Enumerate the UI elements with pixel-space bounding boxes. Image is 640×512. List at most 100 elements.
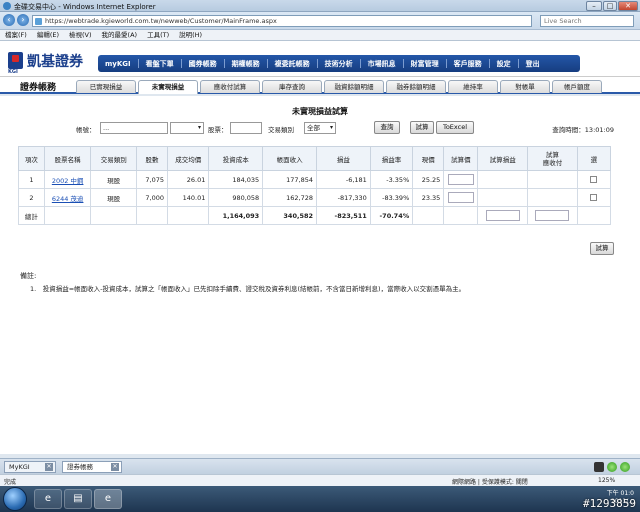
status-zone: 網際網路 | 受保護模式: 關閉	[452, 479, 528, 486]
cell-total-income: 340,582	[262, 206, 318, 225]
cell-total-calc-pl	[477, 206, 529, 225]
bottom-tab-securities[interactable]: 證券帳務 ✕	[62, 461, 122, 473]
search-input[interactable]: Live Search	[540, 15, 634, 27]
nav-settings[interactable]: 設定	[490, 59, 518, 69]
account-input[interactable]: ...	[100, 122, 168, 134]
page-icon	[35, 18, 42, 25]
total-calc-pl-output	[485, 210, 520, 221]
tab-receivable-calc[interactable]: 應收付試算	[200, 80, 260, 93]
nav-market-news[interactable]: 市場訊息	[361, 59, 403, 69]
unrealized-pl-table: 項次 股票名稱 交易類別 股數 成交均價 投資成本 帳面收入 損益 損益率 現價…	[18, 146, 612, 225]
menu-favorites[interactable]: 我的最愛(A)	[97, 30, 143, 41]
kgi-logo[interactable]: 凱基證券 KGI	[4, 49, 94, 75]
green-status-icon[interactable]	[620, 462, 630, 472]
cell-total-pl: -823,511	[316, 206, 371, 225]
windows-taskbar: e ▤ e 下午 01:0 2011/... #1293859	[0, 486, 640, 512]
subtabs-bar: 證券帳務 已實現損益 未實現損益 應收付試算 庫存查詢 融資餘額明細 融券餘額明…	[0, 77, 640, 94]
nav-mykgi[interactable]: myKGI	[98, 60, 138, 68]
table-row: 1 2002 中鋼 現股 7,075 26.01 184,035 177,854…	[18, 170, 612, 189]
menu-bar: 檔案(F) 編輯(E) 檢視(V) 我的最愛(A) 工具(T) 說明(H)	[0, 30, 640, 41]
menu-tools[interactable]: 工具(T)	[142, 30, 174, 41]
window-titlebar: 金碟交易中心 - Windows Internet Explorer – □ ✕	[0, 0, 640, 12]
row-checkbox[interactable]	[590, 176, 598, 183]
nav-technical[interactable]: 技術分析	[318, 59, 360, 69]
cell-pl-rate: -83.39%	[369, 188, 414, 207]
tab-realized-pl[interactable]: 已實現損益	[76, 80, 136, 93]
cell-calc-price	[443, 188, 479, 207]
nav-futures[interactable]: 期權帳務	[225, 59, 267, 69]
nav-quote-order[interactable]: 看盤下單	[139, 59, 181, 69]
calc-price-input[interactable]	[447, 174, 474, 185]
bottom-tab-mykgi[interactable]: MyKGI ✕	[4, 461, 56, 473]
maximize-button[interactable]: □	[603, 1, 617, 11]
tab-maintenance-rate[interactable]: 維持率	[448, 80, 498, 93]
nav-sub-brokerage[interactable]: 複委託帳務	[268, 59, 317, 69]
stock-input[interactable]	[230, 122, 262, 134]
to-excel-button[interactable]: ToExcel	[436, 121, 474, 134]
bottom-tab-label: MyKGI	[9, 463, 30, 471]
nav-logout[interactable]: 登出	[519, 59, 547, 69]
cell-empty	[90, 206, 137, 225]
menu-view[interactable]: 檢視(V)	[64, 30, 97, 41]
account-select[interactable]	[170, 122, 204, 134]
menu-edit[interactable]: 編輯(E)	[32, 30, 64, 41]
total-calc-receivable-output	[535, 210, 570, 221]
tab-unrealized-pl[interactable]: 未實現損益	[138, 80, 198, 94]
tab-statement[interactable]: 對帳單	[500, 80, 550, 93]
trade-type-label: 交易類別	[268, 126, 294, 134]
explorer-taskbar-icon[interactable]: ▤	[64, 489, 92, 509]
col-header: 成交均價	[166, 146, 210, 171]
close-button[interactable]: ✕	[618, 1, 638, 11]
tab-account-limit[interactable]: 帳戶額度	[552, 80, 602, 93]
tab-margin-detail[interactable]: 融資餘額明細	[324, 80, 384, 93]
cell-idx: 1	[18, 170, 45, 189]
url-text: https://webtrade.kgieworld.com.tw/newweb…	[45, 17, 277, 25]
nav-wealth[interactable]: 財富管理	[404, 59, 446, 69]
content-area: 未實現損益試算 帳號： ... 股票： 交易類別 全部 查詢 試算 ToExce…	[0, 96, 640, 454]
ie-active-taskbar-icon[interactable]: e	[94, 489, 122, 509]
forward-icon[interactable]: ›	[17, 14, 29, 26]
start-button[interactable]	[3, 487, 27, 511]
url-field[interactable]: https://webtrade.kgieworld.com.tw/newweb…	[32, 15, 532, 27]
query-button[interactable]: 查詢	[374, 121, 400, 134]
menu-file[interactable]: 檔案(F)	[0, 30, 32, 41]
status-bar: 完成 網際網路 | 受保護模式: 關閉 125%	[0, 474, 640, 486]
col-header: 項次	[18, 146, 45, 171]
tab-short-detail[interactable]: 融券餘額明細	[386, 80, 446, 93]
col-header: 股票名稱	[43, 146, 92, 171]
monitor-icon[interactable]	[594, 462, 604, 472]
cell-select	[576, 188, 612, 207]
nav-securities[interactable]: 國券帳務	[182, 59, 224, 69]
cell-cost: 980,058	[208, 188, 264, 207]
brand-name: 凱基證券	[27, 54, 83, 70]
menu-help[interactable]: 說明(H)	[174, 30, 207, 41]
ie-taskbar-icon[interactable]: e	[34, 489, 62, 509]
col-header: 損益率	[369, 146, 414, 171]
tab-inventory[interactable]: 庫存查詢	[262, 80, 322, 93]
browser-bottom-tabs: MyKGI ✕ 證券帳務 ✕	[0, 458, 640, 474]
notes-title: 備註:	[20, 272, 37, 280]
minimize-button[interactable]: –	[586, 1, 602, 11]
calc-price-input[interactable]	[447, 192, 474, 203]
cell-shares: 7,000	[135, 188, 169, 207]
cell-total-cost: 1,164,093	[208, 206, 264, 225]
calc-button[interactable]: 試算	[410, 121, 434, 134]
query-time: 查詢時間：13:01:09	[552, 126, 614, 134]
row-checkbox[interactable]	[590, 194, 598, 201]
close-icon[interactable]: ✕	[45, 463, 53, 471]
notes-item: 1. 投資損益=帳面收入-投資成本，試算之「帳面收入」已先扣除手續費、證交稅及資…	[30, 285, 466, 293]
zoom-level[interactable]: 125%	[598, 477, 615, 484]
cell-total-rate: -70.74%	[369, 206, 414, 225]
cell-calc-receivable	[527, 188, 578, 207]
close-icon[interactable]: ✕	[111, 463, 119, 471]
cell-trade-type: 現股	[90, 188, 137, 207]
trade-type-select[interactable]: 全部	[304, 122, 336, 134]
brand-abbr: KGI	[8, 69, 18, 75]
nav-service[interactable]: 客戶服務	[447, 59, 489, 69]
green-status-icon[interactable]	[607, 462, 617, 472]
calc-bottom-button[interactable]: 試算	[590, 242, 614, 255]
stock-link[interactable]: 2002 中鋼	[52, 177, 84, 185]
stock-link[interactable]: 6244 茂迪	[52, 195, 84, 203]
back-icon[interactable]: ‹	[3, 14, 15, 26]
cell-select	[576, 170, 612, 189]
